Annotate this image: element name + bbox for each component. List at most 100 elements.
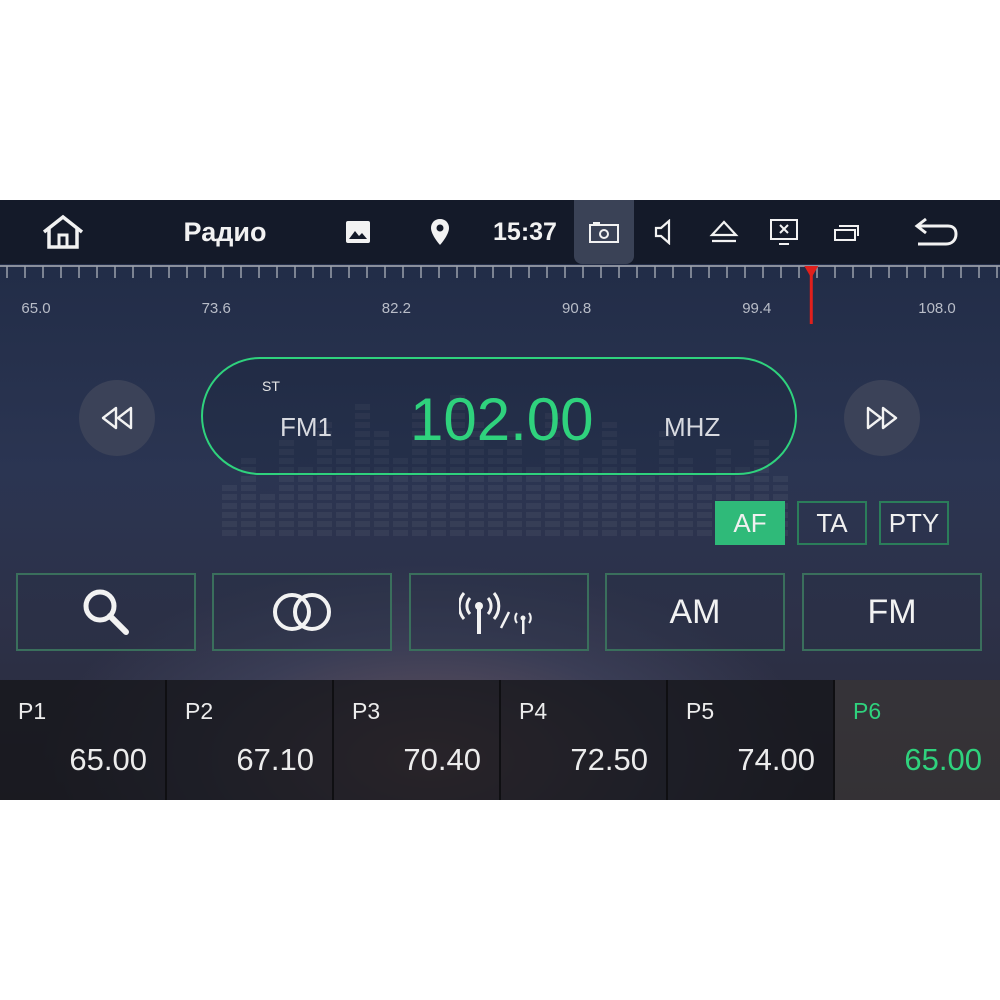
- equalizer-cell: [545, 521, 560, 527]
- location-pin-icon[interactable]: [420, 200, 460, 264]
- equalizer-cell: [260, 521, 275, 527]
- equalizer-cell: [355, 485, 370, 491]
- stereo-button[interactable]: [212, 573, 392, 651]
- af-toggle[interactable]: AF: [715, 501, 785, 545]
- preset-p1[interactable]: P1 65.00: [0, 680, 167, 800]
- preset-frequency: 72.50: [570, 742, 648, 777]
- tuner-scale[interactable]: [0, 264, 1000, 328]
- preset-p6[interactable]: P6 65.00: [835, 680, 1000, 800]
- close-screen-icon[interactable]: [764, 200, 804, 264]
- equalizer-cell: [222, 485, 237, 491]
- local-distance-button[interactable]: [409, 573, 589, 651]
- preset-frequency: 74.00: [737, 742, 815, 777]
- equalizer-cell: [678, 521, 693, 527]
- window-icon[interactable]: [826, 200, 866, 264]
- back-icon[interactable]: [906, 200, 966, 264]
- equalizer-cell: [545, 476, 560, 482]
- antenna-icon: [459, 592, 532, 634]
- equalizer-cell: [678, 476, 693, 482]
- equalizer-cell: [545, 530, 560, 536]
- equalizer-cell: [412, 494, 427, 500]
- equalizer-cell: [697, 503, 712, 509]
- fm-band-button[interactable]: FM: [802, 573, 982, 651]
- equalizer-cell: [336, 503, 351, 509]
- preset-p4[interactable]: P4 72.50: [501, 680, 668, 800]
- volume-icon[interactable]: [646, 200, 682, 264]
- equalizer-cell: [735, 476, 750, 482]
- preset-p3[interactable]: P3 70.40: [334, 680, 501, 800]
- equalizer-cell: [241, 512, 256, 518]
- search-button[interactable]: [16, 573, 196, 651]
- equalizer-cell: [317, 530, 332, 536]
- equalizer-cell: [754, 494, 769, 500]
- tuning-needle-head: [804, 266, 819, 278]
- equalizer-cell: [450, 512, 465, 518]
- equalizer-cell: [374, 521, 389, 527]
- equalizer-cell: [602, 485, 617, 491]
- equalizer-cell: [602, 521, 617, 527]
- equalizer-cell: [678, 494, 693, 500]
- equalizer-cell: [507, 485, 522, 491]
- equalizer-cell: [336, 494, 351, 500]
- home-icon[interactable]: [30, 200, 96, 264]
- equalizer-cell: [412, 476, 427, 482]
- equalizer-cell: [222, 494, 237, 500]
- equalizer-cell: [583, 494, 598, 500]
- equalizer-cell: [374, 503, 389, 509]
- equalizer-cell: [754, 476, 769, 482]
- equalizer-cell: [374, 530, 389, 536]
- page-title: Радио: [183, 216, 267, 247]
- equalizer-cell: [697, 530, 712, 536]
- pty-toggle[interactable]: PTY: [879, 501, 949, 545]
- equalizer-cell: [564, 521, 579, 527]
- equalizer-cell: [545, 503, 560, 509]
- equalizer-cell: [507, 512, 522, 518]
- camera-icon[interactable]: [574, 200, 634, 264]
- preset-label: P6: [853, 698, 882, 724]
- preset-frequency: 65.00: [69, 742, 147, 777]
- equalizer-cell: [697, 521, 712, 527]
- preset-frequency: 65.00: [904, 742, 982, 777]
- preset-p2[interactable]: P2 67.10: [167, 680, 334, 800]
- equalizer-cell: [507, 476, 522, 482]
- equalizer-cell: [431, 521, 446, 527]
- equalizer-cell: [469, 476, 484, 482]
- preset-p5[interactable]: P5 74.00: [668, 680, 835, 800]
- preset-label: P3: [352, 698, 381, 724]
- equalizer-cell: [431, 503, 446, 509]
- equalizer-cell: [298, 512, 313, 518]
- equalizer-cell: [431, 512, 446, 518]
- equalizer-cell: [526, 521, 541, 527]
- equalizer-cell: [488, 521, 503, 527]
- eject-icon[interactable]: [704, 200, 744, 264]
- image-icon[interactable]: [336, 200, 380, 264]
- equalizer-cell: [640, 494, 655, 500]
- equalizer-cell: [279, 503, 294, 509]
- preset-list: P1 65.00 P2 67.10 P3 70.40 P4 72.50 P5 74.00 …: [0, 680, 1000, 800]
- equalizer-cell: [355, 476, 370, 482]
- preset-label: P1: [18, 698, 47, 724]
- equalizer-cell: [469, 494, 484, 500]
- equalizer-cell: [298, 530, 313, 536]
- equalizer-cell: [412, 485, 427, 491]
- equalizer-cell: [469, 530, 484, 536]
- equalizer-cell: [431, 476, 446, 482]
- current-frequency: 102.00: [410, 386, 594, 453]
- preset-label: P4: [519, 698, 548, 724]
- equalizer-cell: [621, 476, 636, 482]
- equalizer-cell: [659, 476, 674, 482]
- seek-back-button[interactable]: [79, 380, 155, 456]
- equalizer-cell: [317, 503, 332, 509]
- equalizer-cell: [412, 530, 427, 536]
- equalizer-cell: [222, 521, 237, 527]
- seek-forward-button[interactable]: [844, 380, 920, 456]
- equalizer-cell: [317, 494, 332, 500]
- am-band-button[interactable]: AM: [605, 573, 785, 651]
- equalizer-cell: [659, 521, 674, 527]
- equalizer-cell: [659, 485, 674, 491]
- equalizer-cell: [279, 512, 294, 518]
- ta-toggle[interactable]: TA: [797, 501, 867, 545]
- equalizer-cell: [697, 494, 712, 500]
- equalizer-cell: [545, 494, 560, 500]
- equalizer-cell: [279, 530, 294, 536]
